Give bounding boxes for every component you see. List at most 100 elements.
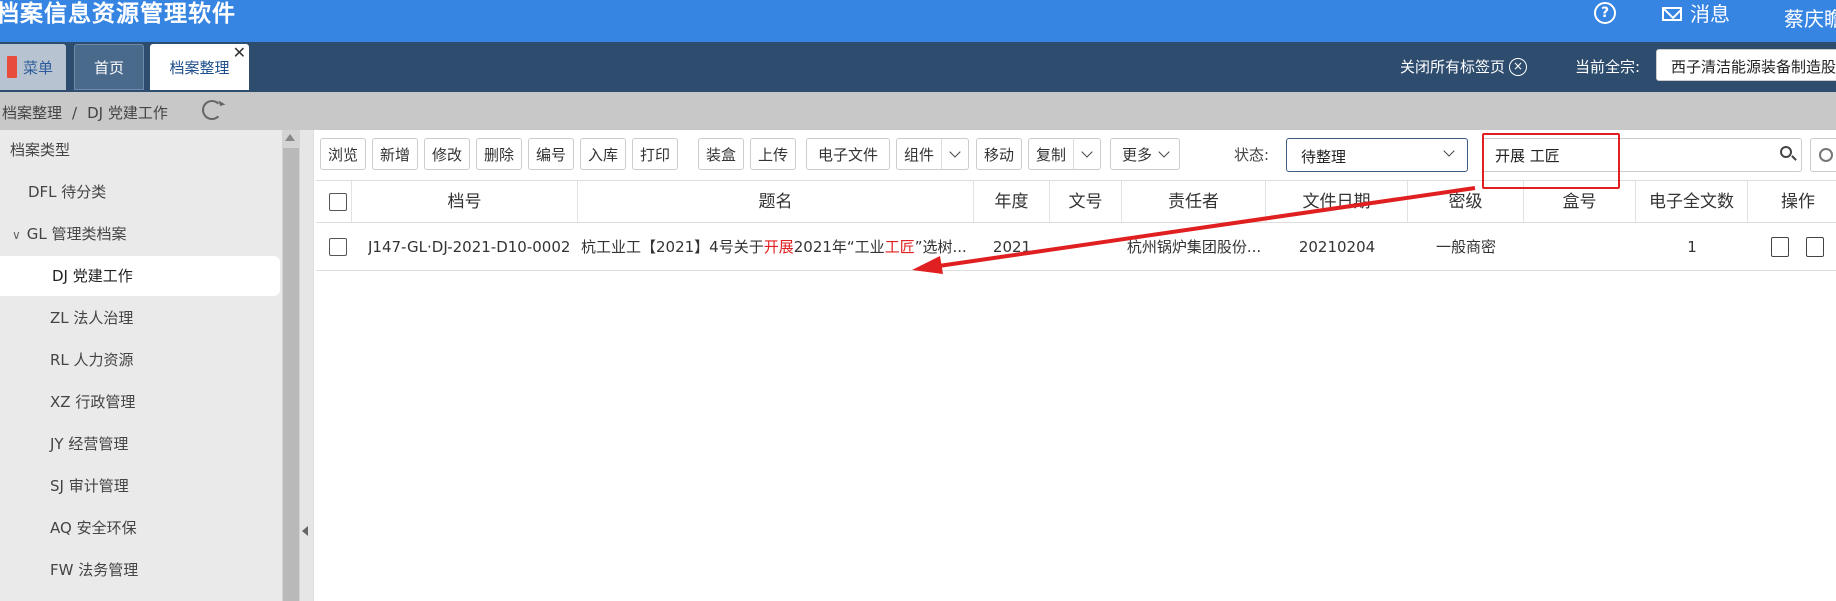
move-button[interactable]: 移动 xyxy=(976,138,1022,170)
sidebar-item-xz[interactable]: XZ 行政管理 xyxy=(50,382,135,422)
header-owner[interactable]: 责任者 xyxy=(1122,181,1266,223)
chevron-down-icon xyxy=(1443,145,1455,157)
sidebar-item-fw[interactable]: FW 法务管理 xyxy=(50,550,138,590)
stock-in-button[interactable]: 入库 xyxy=(580,138,626,170)
sidebar-scroll-thumb[interactable] xyxy=(283,148,299,601)
box-button[interactable]: 装盒 xyxy=(698,138,744,170)
more-label: 更多 xyxy=(1121,145,1152,164)
group-button[interactable]: 组件 xyxy=(896,138,942,170)
chevron-down-icon xyxy=(1081,146,1093,158)
title-part: 杭工业工【2021】4号关于 xyxy=(581,238,764,256)
print-button[interactable]: 打印 xyxy=(632,138,678,170)
app-title: 档案信息资源管理软件 xyxy=(0,1,236,27)
title-part: 2021年“工业 xyxy=(793,238,885,256)
edit-button[interactable]: 修改 xyxy=(424,138,470,170)
sidebar: 档案类型 DFL 待分类 ∨ GL 管理类档案 DJ 党建工作 ZL 法人治理 R… xyxy=(0,130,282,601)
header-ops: 操作 xyxy=(1781,192,1815,212)
sidebar-item-jy[interactable]: JY 经营管理 xyxy=(50,424,128,464)
tab-menu[interactable]: 菜单 xyxy=(0,44,66,90)
header-title[interactable]: 题名 xyxy=(578,181,974,223)
tab-close-icon[interactable]: ✕ xyxy=(233,45,246,61)
cell-file-no xyxy=(1050,223,1122,271)
messages-button[interactable]: 消息 xyxy=(1662,0,1730,28)
sidebar-item-dj[interactable]: DJ 党建工作 xyxy=(0,256,280,296)
select-all-checkbox[interactable] xyxy=(329,193,347,211)
cell-title[interactable]: 杭工业工【2021】4号关于开展2021年“工业工匠”选树... xyxy=(581,223,973,271)
cell-box-no xyxy=(1524,223,1636,271)
group-dropdown[interactable] xyxy=(941,138,969,170)
help-icon[interactable]: ? xyxy=(1594,2,1616,24)
user-name[interactable]: 蔡庆瞻 xyxy=(1784,6,1836,32)
tab-archive-arrange[interactable]: 档案整理 ✕ xyxy=(150,44,249,90)
browse-button[interactable]: 浏览 xyxy=(320,138,366,170)
expand-chevron-icon[interactable]: ∨ xyxy=(12,228,21,242)
tab-bar: 菜单 首页 档案整理 ✕ xyxy=(0,42,1836,92)
tab-archive-arrange-label: 档案整理 xyxy=(169,58,230,77)
sidebar-item-gl-label: GL 管理类档案 xyxy=(26,225,127,243)
sidebar-item-zl[interactable]: ZL 法人治理 xyxy=(50,298,133,338)
tab-home[interactable]: 首页 xyxy=(74,44,144,90)
current-fonds-label: 当前全宗: xyxy=(1575,58,1641,76)
cell-secret: 一般商密 xyxy=(1435,238,1496,256)
sidebar-header: 档案类型 xyxy=(10,141,71,159)
header-doc-no[interactable]: 档号 xyxy=(352,181,578,223)
scroll-up-icon[interactable] xyxy=(285,134,295,141)
current-fonds-select[interactable]: 西子清洁能源装备制造股份有限公司 xyxy=(1656,49,1836,81)
e-file-button[interactable]: 电子文件 xyxy=(806,138,890,170)
view-icon[interactable] xyxy=(1771,237,1789,257)
copy-button[interactable]: 复制 xyxy=(1028,138,1074,170)
row-checkbox[interactable] xyxy=(329,238,347,256)
mail-icon xyxy=(1662,7,1682,21)
cell-owner: 杭州锅炉集团股份... xyxy=(1126,238,1262,256)
delete-button[interactable]: 删除 xyxy=(476,138,522,170)
header-box-no[interactable]: 盒号 xyxy=(1524,181,1636,223)
search-input[interactable]: 开展 工匠 xyxy=(1482,138,1802,172)
tab-menu-label: 菜单 xyxy=(22,58,53,77)
advanced-search-button[interactable] xyxy=(1810,138,1836,172)
close-circle-icon: × xyxy=(1509,57,1528,76)
cell-date: 20210204 xyxy=(1298,238,1376,256)
header-date[interactable]: 文件日期 xyxy=(1266,181,1408,223)
copy-dropdown[interactable] xyxy=(1073,138,1101,170)
header-secret[interactable]: 密级 xyxy=(1408,181,1524,223)
sidebar-item-sj[interactable]: SJ 审计管理 xyxy=(50,466,129,506)
edit-icon[interactable] xyxy=(1806,237,1824,257)
status-value: 待整理 xyxy=(1301,148,1347,166)
collapse-left-icon[interactable] xyxy=(302,526,308,536)
close-all-label: 关闭所有标签页 xyxy=(1400,58,1506,76)
breadcrumb-root[interactable]: 档案整理 xyxy=(2,102,62,123)
close-all-tabs-button[interactable]: 关闭所有标签页 × xyxy=(1400,56,1528,77)
more-button[interactable]: 更多 xyxy=(1110,138,1180,170)
refresh-icon[interactable] xyxy=(202,100,222,120)
menu-icon xyxy=(6,56,17,78)
header-select xyxy=(316,181,352,223)
breadcrumb-current: DJ 党建工作 xyxy=(87,104,168,122)
chevron-down-icon xyxy=(1158,146,1170,158)
add-button[interactable]: 新增 xyxy=(372,138,418,170)
status-select[interactable]: 待整理 xyxy=(1286,138,1468,172)
breadcrumb: 档案整理 / DJ 党建工作 xyxy=(2,102,168,123)
header-year[interactable]: 年度 xyxy=(974,181,1050,223)
cell-e-count: 1 xyxy=(1687,238,1697,256)
sidebar-item-aq[interactable]: AQ 安全环保 xyxy=(50,508,137,548)
header-file-no[interactable]: 文号 xyxy=(1050,181,1122,223)
upload-button[interactable]: 上传 xyxy=(750,138,796,170)
sidebar-item-gl[interactable]: ∨ GL 管理类档案 xyxy=(12,214,127,254)
cell-year: 2021 xyxy=(992,238,1032,256)
search-icon[interactable] xyxy=(1780,146,1792,158)
cell-doc-no: J147-GL·DJ-2021-D10-0002 xyxy=(368,238,571,256)
breadcrumb-bar: 档案整理 / DJ 党建工作 xyxy=(0,92,1836,130)
sidebar-item-rl[interactable]: RL 人力资源 xyxy=(50,340,134,380)
number-button[interactable]: 编号 xyxy=(528,138,574,170)
header-e-count[interactable]: 电子全文数 xyxy=(1636,181,1748,223)
messages-label: 消息 xyxy=(1690,2,1730,26)
table-header: 档号 题名 年度 文号 责任者 文件日期 密级 盒号 电子全文数 操作 xyxy=(316,180,1836,223)
title-part: ”选树... xyxy=(914,238,967,256)
app-header: 档案信息资源管理软件 ? 消息 蔡庆瞻 xyxy=(0,0,1836,42)
sidebar-item-dj-label: DJ 党建工作 xyxy=(52,267,133,285)
title-highlight: 工匠 xyxy=(884,238,915,256)
status-label: 状态: xyxy=(1234,146,1270,164)
table-row[interactable]: J147-GL·DJ-2021-D10-0002 杭工业工【2021】4号关于开… xyxy=(316,223,1836,271)
title-highlight: 开展 xyxy=(763,238,794,256)
sidebar-item-dfl[interactable]: DFL 待分类 xyxy=(28,172,106,212)
